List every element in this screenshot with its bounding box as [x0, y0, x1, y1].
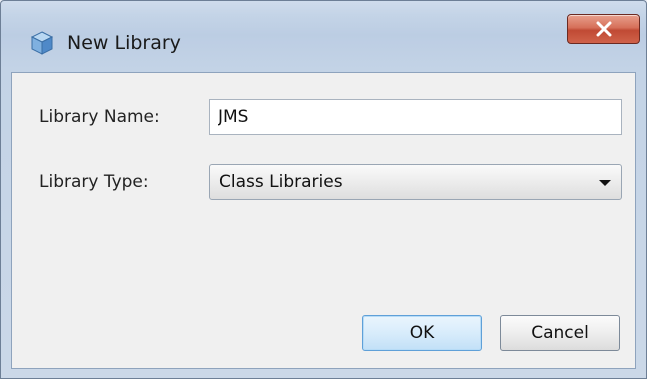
library-name-input[interactable] — [209, 99, 622, 135]
ok-button[interactable]: OK — [362, 315, 482, 351]
library-name-label: Library Name: — [39, 107, 160, 127]
library-type-dropdown[interactable]: Class Libraries — [209, 164, 622, 200]
new-library-dialog: New Library Library Name: Library Type: … — [0, 0, 647, 379]
title-bar[interactable]: New Library — [1, 1, 646, 71]
close-button[interactable] — [567, 14, 640, 44]
close-icon — [596, 21, 612, 37]
dialog-title: New Library — [67, 32, 181, 54]
cancel-button[interactable]: Cancel — [500, 315, 620, 351]
netbeans-cube-icon — [29, 30, 55, 56]
chevron-down-icon — [599, 180, 611, 186]
library-type-label: Library Type: — [39, 172, 149, 192]
dialog-content: Library Name: Library Type: Class Librar… — [11, 72, 636, 369]
library-type-selected: Class Libraries — [219, 172, 343, 192]
